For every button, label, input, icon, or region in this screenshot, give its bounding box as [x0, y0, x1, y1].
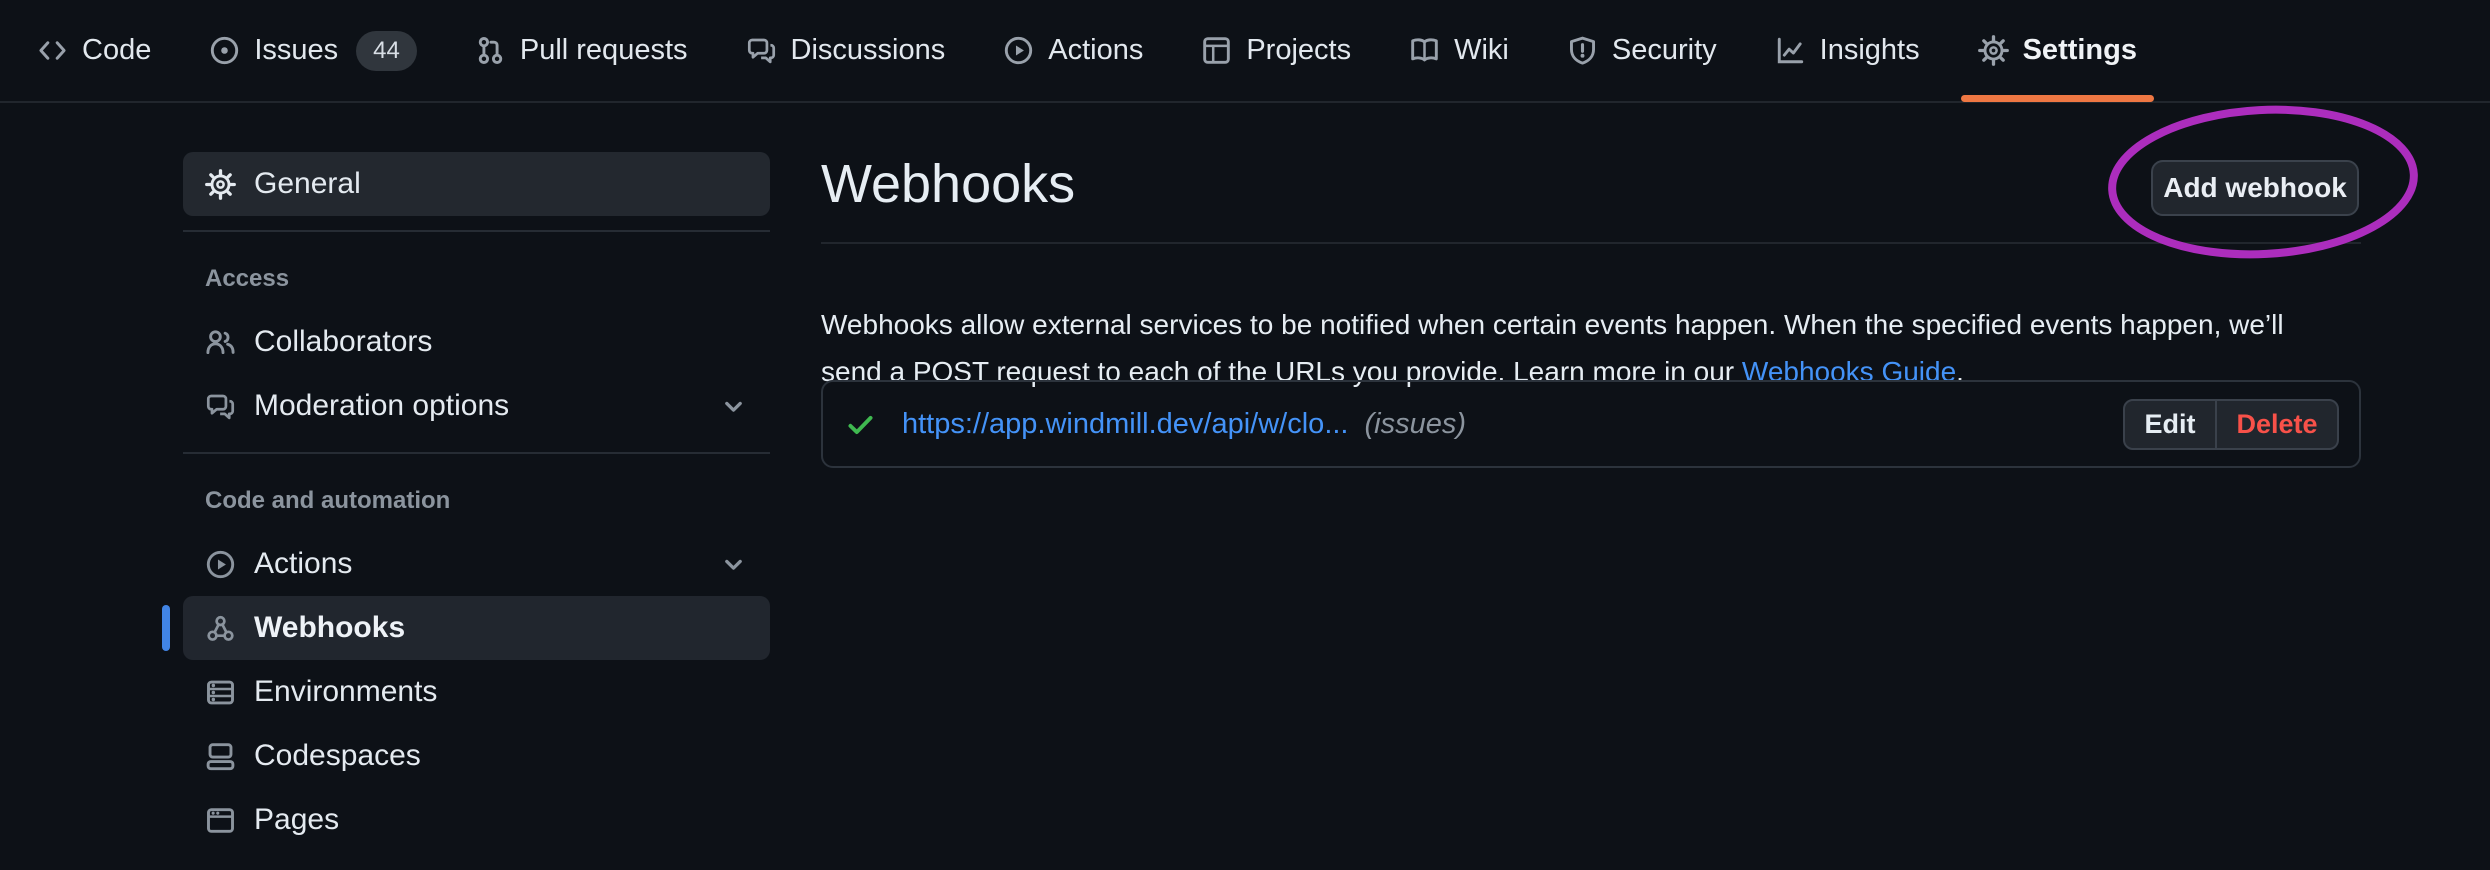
- codespaces-icon: [205, 741, 236, 772]
- issues-count-badge: 44: [356, 31, 417, 71]
- sidebar-item-actions[interactable]: Actions: [183, 532, 770, 596]
- chevron-down-icon: [719, 392, 748, 421]
- add-webhook-button[interactable]: Add webhook: [2151, 160, 2359, 216]
- sidebar-item-general-label: General: [254, 167, 361, 201]
- sidebar-item-collaborators-label: Collaborators: [254, 325, 432, 359]
- sidebar-divider: [183, 230, 770, 232]
- sidebar-item-actions-label: Actions: [254, 547, 352, 581]
- tab-projects[interactable]: Projects: [1201, 0, 1351, 101]
- tab-issues-label: Issues: [254, 34, 338, 67]
- webhook-actions-group: Edit Delete: [2123, 399, 2339, 450]
- sidebar-item-environments-label: Environments: [254, 675, 437, 709]
- tab-actions[interactable]: Actions: [1003, 0, 1143, 101]
- play-icon: [1003, 35, 1034, 66]
- sidebar-item-pages-label: Pages: [254, 803, 339, 837]
- sidebar-section-access: Access: [205, 262, 770, 296]
- repo-nav: Code Issues 44 Pull requests Discussions…: [0, 0, 2490, 103]
- table-icon: [1201, 35, 1232, 66]
- chevron-down-icon: [719, 550, 748, 579]
- page-title: Webhooks: [821, 151, 1075, 217]
- sidebar-item-pages[interactable]: Pages: [183, 788, 770, 852]
- sidebar-item-moderation-options[interactable]: Moderation options: [183, 374, 770, 438]
- comment-discussion-icon: [205, 391, 236, 422]
- webhook-icon: [205, 613, 236, 644]
- sidebar-item-moderation-options-label: Moderation options: [254, 389, 509, 423]
- book-icon: [1409, 35, 1440, 66]
- tab-pull-requests[interactable]: Pull requests: [475, 0, 688, 101]
- server-icon: [205, 677, 236, 708]
- tab-code[interactable]: Code: [37, 0, 151, 101]
- check-icon: [845, 409, 876, 440]
- webhook-url-link[interactable]: https://app.windmill.dev/api/w/clo...: [902, 408, 1348, 441]
- sidebar-item-environments[interactable]: Environments: [183, 660, 770, 724]
- tab-code-label: Code: [82, 34, 151, 67]
- code-icon: [37, 35, 68, 66]
- tab-wiki[interactable]: Wiki: [1409, 0, 1509, 101]
- tab-settings-label: Settings: [2023, 34, 2137, 67]
- gear-icon: [1978, 35, 2009, 66]
- delete-webhook-button[interactable]: Delete: [2215, 401, 2337, 448]
- webhook-events-label: (issues): [1364, 408, 1466, 441]
- play-icon: [205, 549, 236, 580]
- description-line-1: Webhooks allow external services to be n…: [821, 309, 2284, 340]
- tab-wiki-label: Wiki: [1454, 34, 1509, 67]
- issue-opened-icon: [209, 35, 240, 66]
- tab-projects-label: Projects: [1246, 34, 1351, 67]
- tab-insights-label: Insights: [1820, 34, 1920, 67]
- edit-webhook-button[interactable]: Edit: [2125, 401, 2215, 448]
- tab-discussions-label: Discussions: [791, 34, 946, 67]
- git-pull-request-icon: [475, 35, 506, 66]
- sidebar-item-general[interactable]: General: [183, 152, 770, 216]
- tab-actions-label: Actions: [1048, 34, 1143, 67]
- sidebar-divider: [183, 452, 770, 454]
- title-divider: [821, 242, 2361, 244]
- tab-issues[interactable]: Issues 44: [209, 0, 417, 101]
- settings-sidebar: General Access Collaborators Moderation …: [183, 152, 770, 852]
- sidebar-section-code-and-automation: Code and automation: [205, 484, 770, 518]
- comment-discussion-icon: [746, 35, 777, 66]
- tab-insights[interactable]: Insights: [1775, 0, 1920, 101]
- tab-pull-requests-label: Pull requests: [520, 34, 688, 67]
- tab-security[interactable]: Security: [1567, 0, 1717, 101]
- tab-discussions[interactable]: Discussions: [746, 0, 946, 101]
- tab-settings[interactable]: Settings: [1978, 0, 2137, 101]
- tab-security-label: Security: [1612, 34, 1717, 67]
- webhooks-main: Webhooks Add webhook Webhooks allow exte…: [821, 103, 2361, 870]
- graph-icon: [1775, 35, 1806, 66]
- gear-icon: [205, 169, 236, 200]
- sidebar-item-codespaces[interactable]: Codespaces: [183, 724, 770, 788]
- sidebar-item-webhooks-label: Webhooks: [254, 611, 405, 645]
- sidebar-item-codespaces-label: Codespaces: [254, 739, 421, 773]
- shield-icon: [1567, 35, 1598, 66]
- browser-icon: [205, 805, 236, 836]
- webhook-list-item: https://app.windmill.dev/api/w/clo... (i…: [821, 380, 2361, 468]
- people-icon: [205, 327, 236, 358]
- sidebar-item-webhooks[interactable]: Webhooks: [183, 596, 770, 660]
- sidebar-item-collaborators[interactable]: Collaborators: [183, 310, 770, 374]
